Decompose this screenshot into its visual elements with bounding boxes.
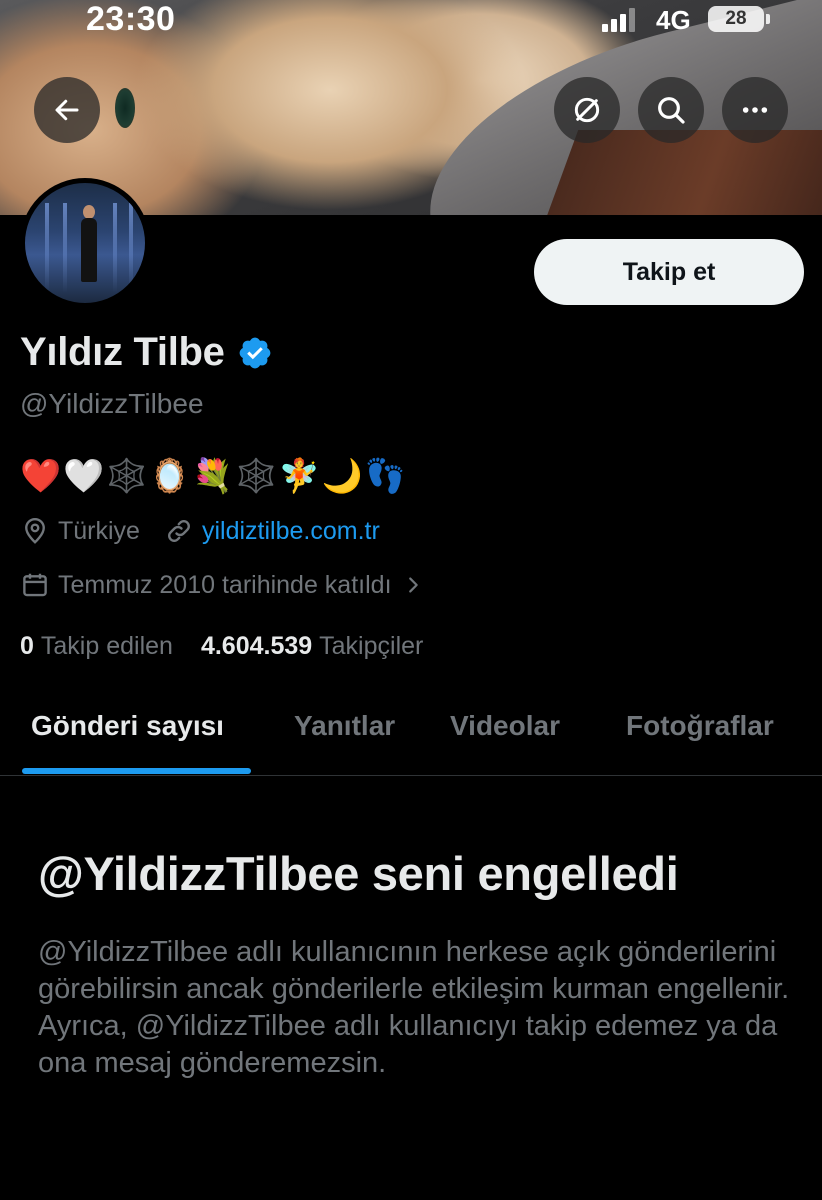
blocked-description: @YildizzTilbee adlı kullanıcının herkese…: [38, 936, 790, 1079]
link-icon: [168, 520, 190, 542]
battery-tip: [766, 14, 770, 24]
profile-tabs: Gönderi sayısı Yanıtlar Videolar Fotoğra…: [0, 690, 822, 776]
status-bar: 23:30 4G 28: [0, 0, 822, 46]
joined-text: Temmuz 2010 tarihinde katıldı: [58, 570, 392, 599]
tab-posts[interactable]: Gönderi sayısı: [31, 710, 224, 742]
calendar-icon: [23, 573, 47, 597]
followers-label: Takipçiler: [319, 632, 424, 660]
status-time: 23:30: [86, 0, 176, 38]
network-type: 4G: [656, 5, 691, 35]
arrow-left-icon: [55, 99, 79, 121]
search-button[interactable]: [638, 77, 704, 143]
avatar-figure-head: [83, 205, 95, 219]
followers-stat[interactable]: 4.604.539 Takipçiler: [201, 632, 423, 661]
follow-button[interactable]: Takip et: [534, 239, 804, 305]
followers-count: 4.604.539: [200, 632, 313, 660]
display-name: Yıldız Tilbe: [20, 330, 225, 374]
profile-meta: Türkiye yildiztilbe.com.tr: [20, 516, 380, 546]
avatar-light-3: [113, 203, 117, 293]
avatar-light-4: [129, 203, 133, 293]
banner-cat-eye: [115, 88, 135, 128]
more-horizontal-icon: [742, 107, 768, 113]
handle: @YildizzTilbee: [20, 388, 204, 419]
bio: ❤️🤍🕸️🪞💐🕸️🧚🌙👣: [20, 456, 408, 495]
following-count: 0: [20, 632, 34, 660]
following-label: Takip edilen: [40, 632, 173, 660]
back-button[interactable]: [34, 77, 100, 143]
tab-replies[interactable]: Yanıtlar: [294, 710, 395, 742]
search-icon: [658, 97, 685, 124]
grok-button[interactable]: [554, 77, 620, 143]
following-stat[interactable]: 0 Takip edilen: [20, 632, 173, 661]
location-pin-icon: [25, 517, 45, 544]
avatar-light-1: [45, 203, 49, 293]
follow-stats: 0 Takip edilen 4.604.539 Takipçiler: [20, 632, 423, 661]
tab-photos[interactable]: Fotoğraflar: [626, 710, 774, 742]
website-link[interactable]: yildiztilbe.com.tr: [202, 517, 380, 546]
verified-badge-icon[interactable]: [237, 335, 273, 371]
active-tab-indicator: [22, 768, 251, 774]
battery-icon: 28: [708, 6, 764, 32]
signal-icon: [602, 8, 635, 32]
tab-videos[interactable]: Videolar: [450, 710, 560, 742]
avatar-figure: [79, 205, 99, 285]
avatar[interactable]: [20, 178, 150, 308]
blocked-title: @YildizzTilbee seni engelledi: [38, 847, 679, 900]
avatar-light-2: [63, 203, 67, 293]
location-text: Türkiye: [58, 516, 140, 545]
name-row: Yıldız Tilbe: [20, 330, 273, 375]
slashed-circle-icon: [574, 97, 600, 123]
joined-row[interactable]: Temmuz 2010 tarihinde katıldı: [20, 570, 424, 600]
chevron-right-icon: [408, 577, 418, 593]
avatar-figure-body: [81, 218, 97, 282]
more-button[interactable]: [722, 77, 788, 143]
